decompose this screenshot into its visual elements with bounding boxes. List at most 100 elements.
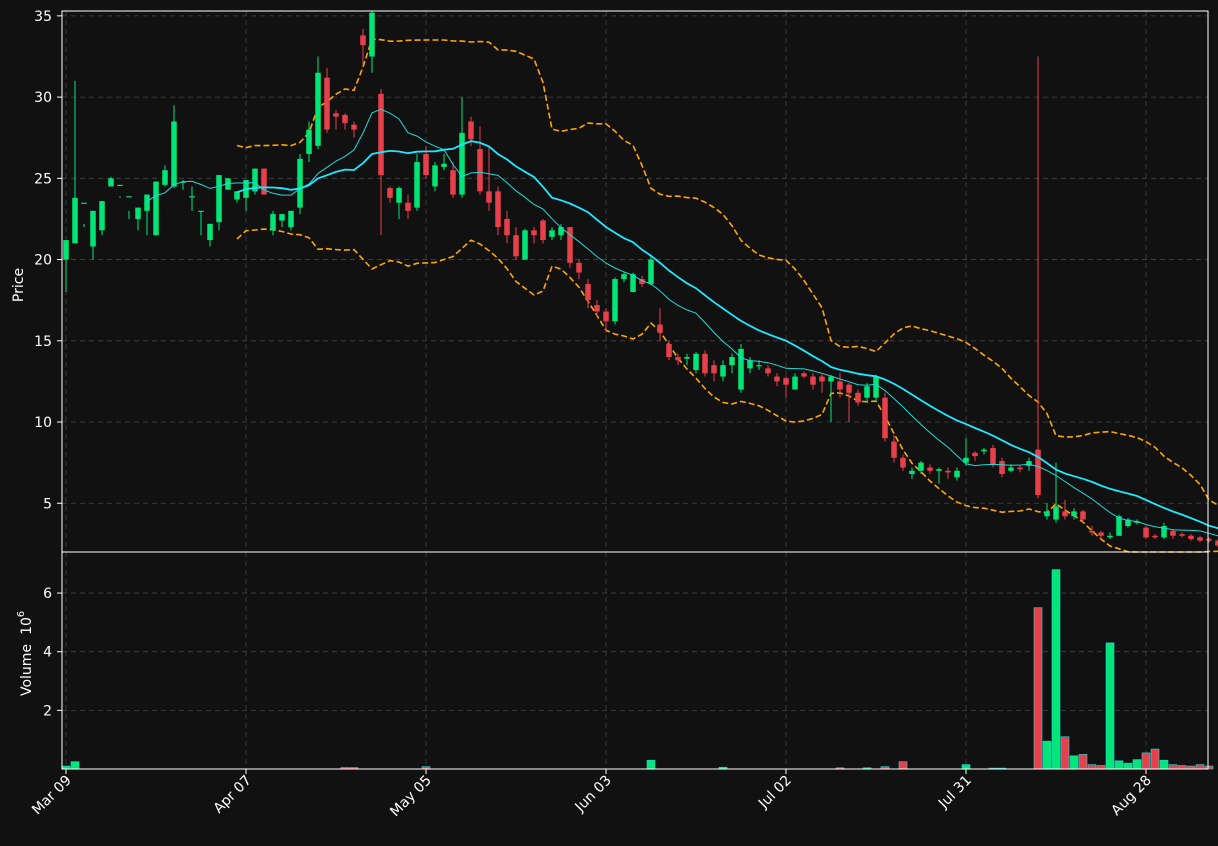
volume-bar xyxy=(1150,748,1160,770)
candle-body xyxy=(828,376,834,382)
volume-bar xyxy=(961,764,971,770)
volume-bar xyxy=(1096,765,1106,770)
candle-body xyxy=(846,384,852,393)
candle-body xyxy=(369,12,375,57)
candle-body xyxy=(711,365,717,374)
volume-bar xyxy=(1042,740,1052,770)
price-tick-label: 5 xyxy=(43,496,52,512)
candle-body xyxy=(513,235,519,257)
candle-body xyxy=(63,240,69,260)
candle-body xyxy=(306,129,312,154)
candle-body xyxy=(333,113,339,117)
volume-bar xyxy=(1141,752,1151,770)
candle-body xyxy=(1188,535,1194,540)
volume-bar xyxy=(1177,765,1187,770)
candle-body xyxy=(234,191,240,200)
candle-body xyxy=(999,461,1005,475)
candle-body xyxy=(1107,535,1113,538)
candle-body xyxy=(270,214,276,231)
candle-body xyxy=(522,230,528,260)
candle-body xyxy=(873,376,879,398)
candle-body xyxy=(1152,535,1158,538)
candle-body xyxy=(702,353,708,374)
chart-canvas: 5101520253035 246 Mar 09 Apr 07 May 05 Jun … xyxy=(0,0,1218,842)
volume-bar xyxy=(1060,736,1070,770)
candle-body xyxy=(315,72,321,146)
candle-body xyxy=(765,368,771,374)
volume-bar xyxy=(646,759,656,770)
candle-body xyxy=(495,191,501,228)
price-tick-label: 10 xyxy=(34,415,52,431)
volume-tick-label: 4 xyxy=(43,645,52,661)
candle-body xyxy=(153,181,159,236)
volume-axis-exponent-base: 10 xyxy=(19,617,35,635)
candle-body xyxy=(567,227,573,263)
candle-body xyxy=(585,283,591,301)
volume-bar xyxy=(1159,759,1169,770)
candle-body xyxy=(729,357,735,366)
candle-body xyxy=(981,449,987,452)
candle-body xyxy=(783,378,789,385)
volume-bar xyxy=(1033,607,1043,770)
price-tick-label: 30 xyxy=(34,90,52,106)
candle-body xyxy=(810,376,816,385)
candle-body xyxy=(486,191,492,203)
candle-body xyxy=(387,188,393,198)
candle-body xyxy=(171,121,177,187)
candle-body xyxy=(189,196,195,198)
candle-body xyxy=(693,353,699,371)
candle-body xyxy=(990,448,996,465)
candle-body xyxy=(864,386,870,398)
candle-body xyxy=(99,201,105,231)
candle-body xyxy=(576,262,582,273)
candle-body xyxy=(936,469,942,471)
candle-body xyxy=(279,214,285,221)
volume-bar xyxy=(1123,762,1133,770)
candlestick-chart: 5 10 15 20 25 30 35 246 Mar 09 Apr 07 May 05 Jun … xyxy=(0,0,1218,842)
candle-body xyxy=(675,357,681,361)
candle-body xyxy=(1143,527,1149,538)
candle-body xyxy=(657,324,663,333)
candle-body xyxy=(135,207,141,219)
candle-body xyxy=(612,279,618,322)
candle-body xyxy=(216,175,222,223)
candle-body xyxy=(1116,516,1122,536)
candle-body xyxy=(396,188,402,203)
candle-body xyxy=(774,376,780,382)
volume-axis-label-group: Volume 10 6 xyxy=(16,611,35,696)
candle-body xyxy=(342,114,348,124)
candle-body xyxy=(72,197,78,244)
price-axis-label: Price xyxy=(11,268,27,302)
candle-body xyxy=(198,210,204,213)
candle-body xyxy=(1080,511,1086,520)
candle-body xyxy=(1089,530,1095,533)
candle-body xyxy=(324,77,330,130)
candle-body xyxy=(666,344,672,358)
candle-body xyxy=(414,162,420,208)
candle-body xyxy=(1206,539,1212,541)
candle-body xyxy=(954,470,960,478)
candle-body xyxy=(801,373,807,377)
volume-bar xyxy=(1132,759,1142,770)
candle-body xyxy=(351,124,357,130)
candle-body xyxy=(1197,537,1203,541)
volume-tick-label: 6 xyxy=(43,586,52,602)
candle-body xyxy=(603,311,609,322)
candle-body xyxy=(1098,532,1104,536)
candle-body xyxy=(1071,511,1077,517)
candle-body xyxy=(540,220,546,241)
candle-body xyxy=(477,149,483,192)
price-tick-label: 35 xyxy=(34,9,52,25)
candle-body xyxy=(819,376,825,382)
candle-body xyxy=(1017,467,1023,470)
candle-body xyxy=(972,452,978,457)
candle-body xyxy=(594,305,600,312)
candle-body xyxy=(108,178,114,187)
volume-bar xyxy=(1105,642,1115,770)
candle-body xyxy=(756,365,762,367)
volume-bar xyxy=(1051,569,1061,770)
candle-body xyxy=(117,184,123,187)
candle-body xyxy=(1044,511,1050,517)
candle-body xyxy=(900,457,906,468)
candle-body xyxy=(747,360,753,369)
